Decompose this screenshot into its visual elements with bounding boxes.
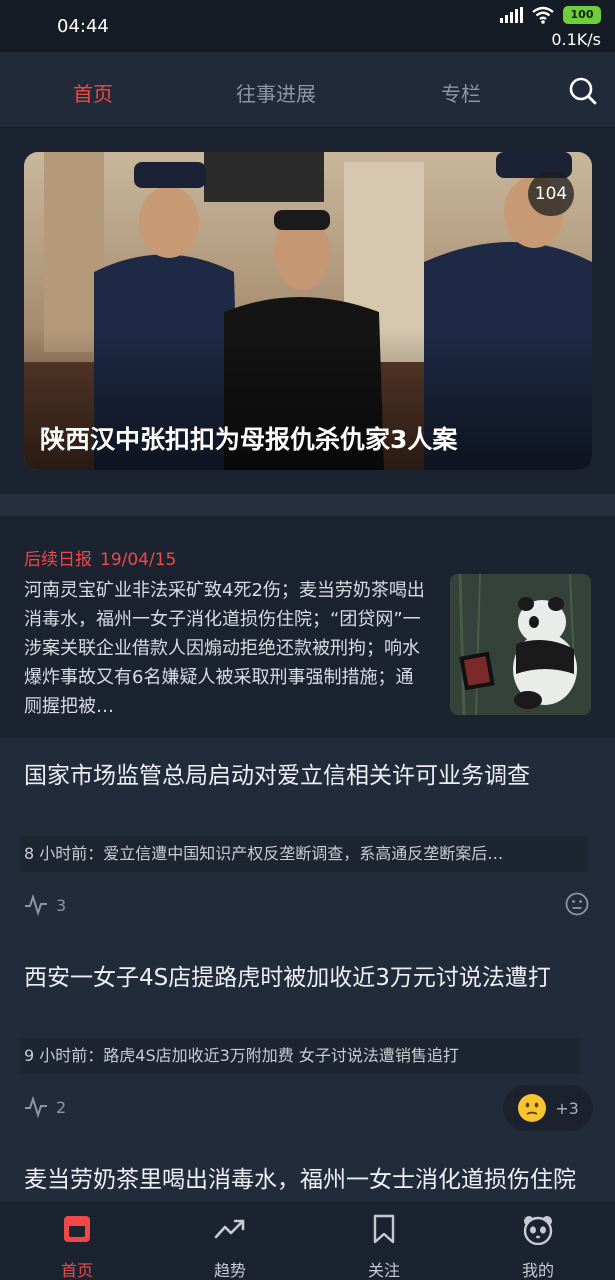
daily-report-summary: 河南灵宝矿业非法采矿致4死2伤；麦当劳奶茶喝出消毒水，福州一女子消化道损伤住院；… [24, 580, 425, 717]
feed-item-summary: 爱立信遭中国知识产权反垄断调查，系高通反垄断案后… [103, 844, 504, 863]
battery-icon: 100 [563, 6, 601, 24]
bottom-nav: 首页 趋势 关注 我的 [0, 1202, 615, 1280]
hero-title: 陕西汉中张扣扣为母报仇杀仇家3人案 [40, 425, 458, 454]
reaction-face-icon[interactable] [565, 892, 589, 916]
status-icons: 100 [500, 6, 601, 24]
feed-item-title: 国家市场监管总局启动对爱立信相关许可业务调查 [24, 763, 530, 789]
bottom-tab-label: 首页 [60, 1261, 93, 1280]
home-icon [64, 1216, 90, 1242]
status-bar: 04:44 100 0.1K/s [0, 0, 615, 52]
feed-item-time: 8 小时前： [24, 844, 104, 863]
tab-progress[interactable]: 往事进展 [236, 78, 316, 107]
daily-report-card[interactable]: 后续日报 19/04/15 河南灵宝矿业非法采矿致4死2伤；麦当劳奶茶喝出消毒水，… [0, 516, 615, 738]
bottom-tab-follow[interactable]: 关注 [324, 1203, 444, 1280]
news-feed: 国家市场监管总局启动对爱立信相关许可业务调查 8 小时前：爱立信遭中国知识产权反… [0, 738, 615, 1202]
bottom-tab-label: 我的 [521, 1261, 554, 1280]
reaction-extra-count: +3 [555, 1098, 579, 1118]
daily-report-label: 后续日报 [24, 550, 92, 570]
feed-item-meta: 2 [24, 1096, 66, 1118]
search-icon[interactable] [568, 76, 598, 106]
net-speed: 0.1K/s [551, 30, 601, 49]
feed-item-update: 8 小时前：爱立信遭中国知识产权反垄断调查，系高通反垄断案后… [20, 836, 588, 872]
feed-item-title: 麦当劳奶茶里喝出消毒水，福州一女士消化道损伤住院 [24, 1167, 576, 1193]
activity-count: 2 [56, 1097, 67, 1117]
tab-home[interactable]: 首页 [73, 78, 113, 107]
bottom-tab-home[interactable]: 首页 [17, 1203, 137, 1280]
confused-emoji-icon [518, 1094, 547, 1122]
top-nav: 首页 往事进展 专栏 [0, 52, 615, 128]
activity-count: 3 [56, 895, 67, 915]
feed-item-meta: 3 [24, 894, 66, 916]
bookmark-icon [373, 1214, 395, 1244]
feed-item-title: 西安一女子4S店提路虎时被加收近3万元讨说法遭打 [24, 965, 551, 991]
panda-illustration [450, 574, 591, 715]
feed-item[interactable]: 国家市场监管总局启动对爱立信相关许可业务调查 8 小时前：爱立信遭中国知识产权反… [0, 738, 615, 938]
bottom-tab-trend[interactable]: 趋势 [170, 1203, 290, 1280]
status-time: 04:44 [57, 16, 109, 37]
panda-icon [523, 1216, 553, 1245]
trend-icon [214, 1219, 245, 1239]
feed-item[interactable]: 西安一女子4S店提路虎时被加收近3万元讨说法遭打 9 小时前：路虎4S店加收近3… [0, 938, 615, 1148]
daily-report-date: 19/04/15 [100, 550, 177, 570]
activity-icon [25, 1096, 47, 1118]
bottom-tab-label: 趋势 [213, 1261, 246, 1280]
reaction-pill[interactable]: +3 [503, 1085, 593, 1131]
comment-count-badge: 104 [528, 172, 574, 216]
feed-item[interactable]: 麦当劳奶茶里喝出消毒水，福州一女士消化道损伤住院 [0, 1148, 615, 1202]
feed-item-update: 9 小时前：路虎4S店加收近3万附加费 女子讨说法遭销售追打 [20, 1038, 580, 1074]
wifi-icon [532, 6, 554, 24]
daily-report-header: 后续日报 19/04/15 [24, 545, 184, 570]
hero-card[interactable]: 104 陕西汉中张扣扣为母报仇杀仇家3人案 [24, 152, 592, 470]
signal-icon [500, 7, 523, 23]
feed-item-summary: 路虎4S店加收近3万附加费 女子讨说法遭销售追打 [103, 1046, 459, 1065]
activity-icon [25, 894, 47, 916]
section-divider [0, 494, 615, 516]
tab-column[interactable]: 专栏 [441, 78, 481, 107]
bottom-tab-mine[interactable]: 我的 [478, 1203, 598, 1280]
bottom-tab-label: 关注 [367, 1261, 400, 1280]
feed-item-time: 9 小时前： [24, 1046, 104, 1065]
